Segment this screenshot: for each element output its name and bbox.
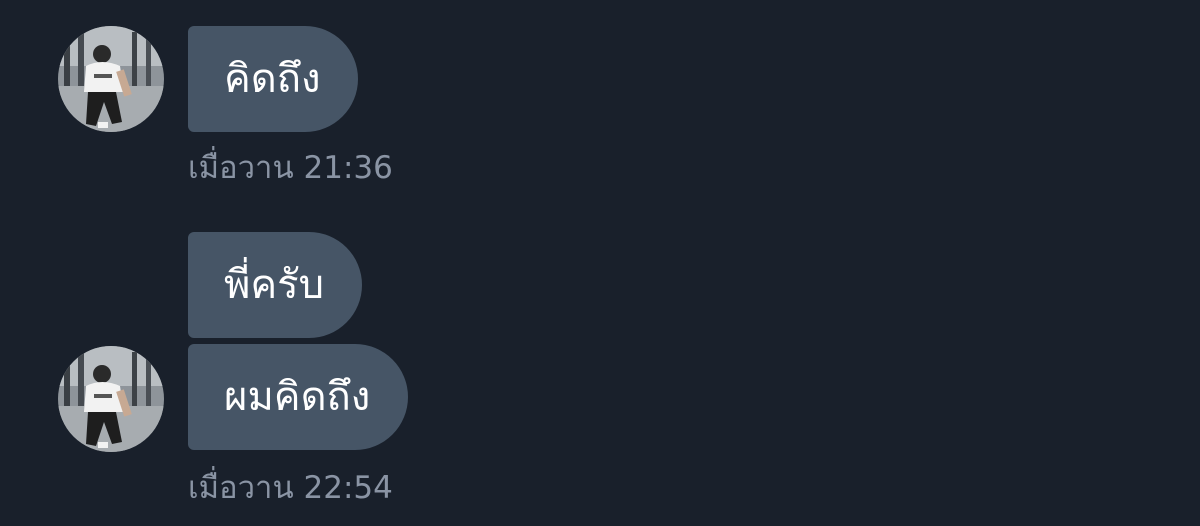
avatar[interactable]: [58, 26, 164, 132]
message-text: พี่ครับ: [224, 262, 324, 308]
message-bubble[interactable]: ผมคิดถึง: [188, 344, 409, 450]
message-text: ผมคิดถึง: [224, 374, 371, 420]
avatar[interactable]: [58, 346, 164, 452]
message-text: คิดถึง: [224, 56, 321, 102]
message-bubble[interactable]: คิดถึง: [188, 26, 359, 132]
avatar-photo-icon: [58, 26, 164, 132]
avatar-photo-icon: [58, 346, 164, 452]
message-bubble[interactable]: พี่ครับ: [188, 232, 362, 338]
message-timestamp: เมื่อวาน 21:36: [188, 150, 393, 186]
message-timestamp: เมื่อวาน 22:54: [188, 470, 393, 506]
